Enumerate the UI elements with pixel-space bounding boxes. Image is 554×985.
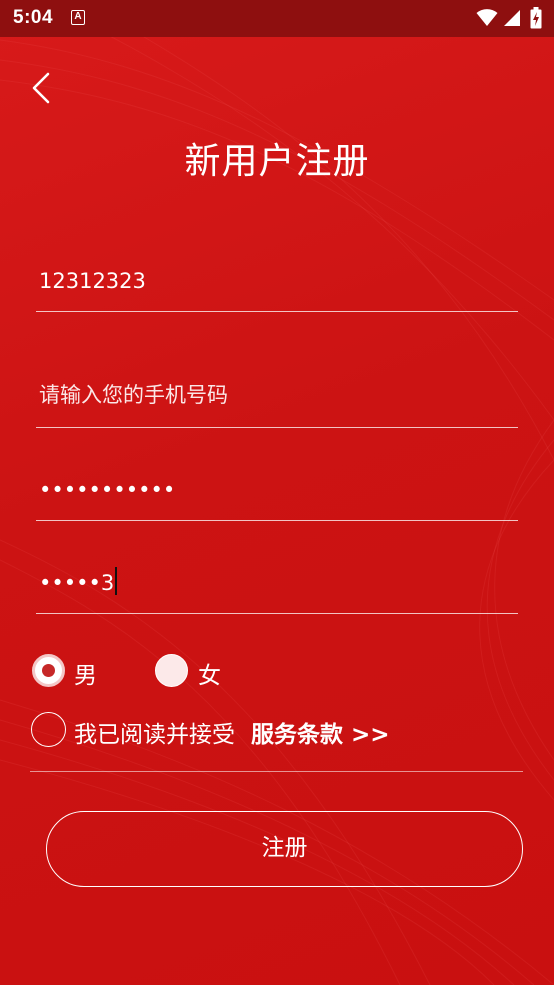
female-radio[interactable]	[155, 654, 188, 687]
phone-field[interactable]: 请输入您的手机号码	[36, 378, 518, 428]
text-caret	[115, 567, 118, 595]
divider	[30, 771, 523, 772]
confirm-password-wrap: •••••3	[39, 567, 118, 595]
username-field[interactable]: 12312323	[36, 262, 518, 312]
agreement-text: 我已阅读并接受	[74, 722, 235, 748]
register-screen: 新用户注册 12312323 请输入您的手机号码 ••••••••••• •••…	[0, 0, 554, 985]
register-button[interactable]: 注册	[46, 811, 523, 887]
agreement-checkbox[interactable]	[31, 712, 66, 747]
male-label[interactable]: 男	[74, 656, 97, 690]
password-field[interactable]: •••••••••••	[36, 471, 518, 521]
chevron-left-icon	[32, 72, 50, 104]
password-value: •••••••••••	[39, 478, 176, 502]
back-button[interactable]	[24, 68, 60, 108]
male-radio[interactable]	[32, 654, 65, 687]
username-value: 12312323	[39, 269, 146, 293]
phone-placeholder: 请输入您的手机号码	[39, 383, 228, 407]
page-title: 新用户注册	[184, 141, 370, 182]
terms-link[interactable]: 服务条款 >>	[251, 715, 390, 749]
agreement-row: 我已阅读并接受 服务条款 >>	[31, 712, 451, 748]
confirm-password-value: •••••3	[39, 571, 115, 595]
confirm-password-field[interactable]: •••••3	[36, 564, 518, 614]
female-label[interactable]: 女	[198, 656, 221, 690]
